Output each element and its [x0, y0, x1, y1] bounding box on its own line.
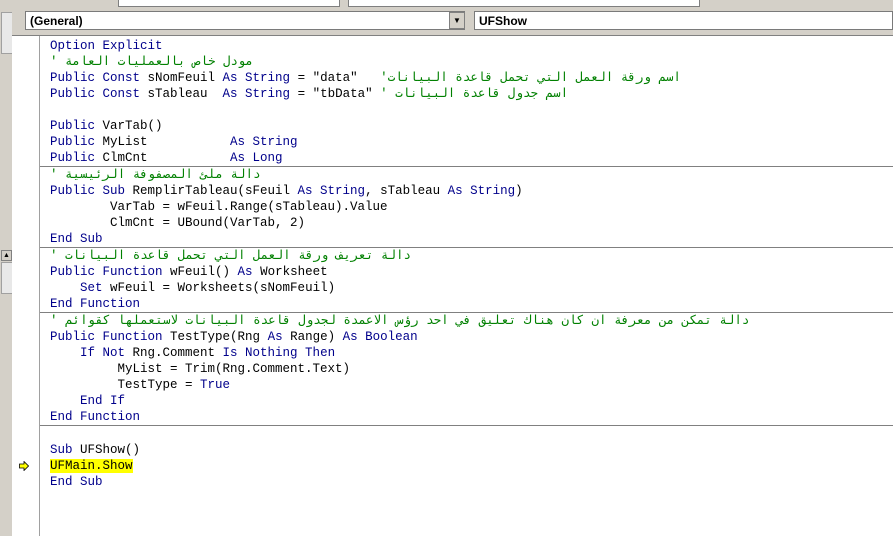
code-line[interactable]: Public Const sTableau As String = "tbDat… [40, 86, 893, 102]
code-text: Rng.Comment [132, 346, 223, 360]
code-line[interactable]: TestType = True [40, 377, 893, 393]
code-text: ClmCnt = UBound(VarTab, 2) [50, 216, 306, 230]
code-keyword: If Not [80, 346, 133, 360]
code-line[interactable]: End Sub [40, 231, 893, 247]
code-text: wFeuil() [170, 265, 238, 279]
code-text: Worksheet [260, 265, 328, 279]
code-line[interactable] [40, 425, 893, 442]
code-text: sTableau [147, 87, 223, 101]
chevron-down-icon[interactable]: ▼ [449, 12, 465, 29]
current-statement: UFMain.Show [50, 459, 133, 473]
code-lines[interactable]: Option Explicit ' مودل خاص بالعمليات العا… [19, 38, 893, 490]
code-keyword: Public [50, 151, 103, 165]
code-line[interactable]: Public Function wFeuil() As Worksheet [40, 264, 893, 280]
code-comment: 'اسم ورقة العمل التي تحمل قاعدة البيانات [380, 71, 681, 85]
code-text: MyList = Trim(Rng.Comment.Text) [50, 362, 351, 376]
code-line[interactable]: If Not Rng.Comment Is Nothing Then [40, 345, 893, 361]
code-keyword: As Long [230, 151, 283, 165]
code-keyword: As String [230, 135, 298, 149]
code-line[interactable]: ' دالة ملئ المصفوفة الرئيسية [40, 166, 893, 183]
top-strip-field-left [118, 0, 340, 7]
code-text: Range) [290, 330, 343, 344]
code-keyword: Option Explicit [50, 39, 163, 53]
code-keyword: Public [50, 135, 103, 149]
code-line[interactable]: Public Sub RemplirTableau(sFeuil As Stri… [40, 183, 893, 199]
code-keyword: Public [50, 119, 103, 133]
code-keyword: Sub [50, 443, 81, 457]
code-keyword: End Function [50, 297, 141, 311]
top-toolbar-strip [0, 0, 893, 8]
code-line[interactable]: Public VarTab() [40, 118, 893, 134]
code-text: ClmCnt [102, 151, 231, 165]
code-text: wFeuil = Worksheets(sNomFeuil) [110, 281, 336, 295]
execution-arrow-icon [19, 461, 29, 471]
code-keyword: Public Sub [50, 184, 133, 198]
code-keyword: As String [447, 184, 516, 198]
code-text: VarTab = wFeuil.Range(sTableau).Value [50, 200, 388, 214]
code-line[interactable]: End If [40, 393, 893, 409]
code-keyword: Public Const [50, 71, 148, 85]
code-keyword: Is Nothing Then [222, 346, 336, 360]
code-comment: ' دالة تعريف ورقة العمل التي تحمل قاعدة … [50, 249, 412, 263]
code-line[interactable]: Public Const sNomFeuil As String = "data… [40, 70, 893, 86]
code-text: = "tbData" [290, 87, 381, 101]
code-text: TestType(Rng [170, 330, 268, 344]
code-text: = "data" [290, 71, 381, 85]
code-line[interactable]: ClmCnt = UBound(VarTab, 2) [40, 215, 893, 231]
code-comment: ' مودل خاص بالعمليات العامة [50, 55, 254, 69]
code-keyword: End Sub [50, 475, 103, 489]
code-keyword: As String [297, 184, 366, 198]
code-line[interactable]: Public Function TestType(Rng As Range) A… [40, 329, 893, 345]
code-window-header: (General) ▼ UFShow [12, 8, 893, 36]
code-line[interactable]: End Function [40, 409, 893, 425]
code-keyword: End Sub [50, 232, 103, 246]
code-line[interactable]: Set wFeuil = Worksheets(sNomFeuil) [40, 280, 893, 296]
code-line[interactable]: ' دالة تمكن من معرفة ان كان هناك تعليق ف… [40, 312, 893, 329]
code-text: , sTableau [365, 184, 448, 198]
code-keyword: Public Const [50, 87, 148, 101]
code-keyword: Public Function [50, 265, 171, 279]
code-line[interactable]: ' مودل خاص بالعمليات العامة [40, 54, 893, 70]
procedure-combo[interactable]: UFShow [474, 11, 893, 30]
code-text: UFShow() [80, 443, 141, 457]
scroll-up-icon[interactable]: ▲ [1, 250, 12, 261]
code-keyword: End If [80, 394, 126, 408]
code-keyword: As Boolean [342, 330, 418, 344]
code-text: sNomFeuil [147, 71, 223, 85]
code-line[interactable]: Sub UFShow() [40, 442, 893, 458]
code-comment: ' اسم جدول قاعدة البيانات [380, 87, 569, 101]
code-line[interactable]: Public MyList As String [40, 134, 893, 150]
code-text: MyList [102, 135, 231, 149]
code-keyword: As [267, 330, 291, 344]
code-line[interactable]: MyList = Trim(Rng.Comment.Text) [40, 361, 893, 377]
code-text: VarTab() [102, 119, 163, 133]
code-keyword: Public Function [50, 330, 171, 344]
code-comment: ' دالة تمكن من معرفة ان كان هناك تعليق ف… [50, 314, 750, 328]
code-line[interactable]: End Sub [40, 474, 893, 490]
code-comment: ' دالة ملئ المصفوفة الرئيسية [50, 168, 261, 182]
code-line[interactable]: ' دالة تعريف ورقة العمل التي تحمل قاعدة … [40, 247, 893, 264]
code-text: ) [515, 184, 523, 198]
top-strip-field-right [348, 0, 700, 7]
code-keyword: As [237, 265, 261, 279]
code-line[interactable]: End Function [40, 296, 893, 312]
code-keyword: As String [222, 87, 291, 101]
code-keyword: End Function [50, 410, 141, 424]
code-text: TestType = [50, 378, 201, 392]
code-line[interactable]: Public ClmCnt As Long [40, 150, 893, 166]
object-combo[interactable]: (General) [25, 11, 465, 30]
code-keyword: True [200, 378, 231, 392]
code-keyword: As String [222, 71, 291, 85]
code-keyword: Set [80, 281, 111, 295]
code-line[interactable] [40, 102, 893, 118]
code-line[interactable]: UFMain.Show [19, 458, 893, 474]
code-line[interactable]: VarTab = wFeuil.Range(sTableau).Value [40, 199, 893, 215]
code-editor[interactable]: Option Explicit ' مودل خاص بالعمليات العا… [12, 36, 893, 536]
code-line[interactable]: Option Explicit [40, 38, 893, 54]
code-text: RemplirTableau(sFeuil [132, 184, 298, 198]
